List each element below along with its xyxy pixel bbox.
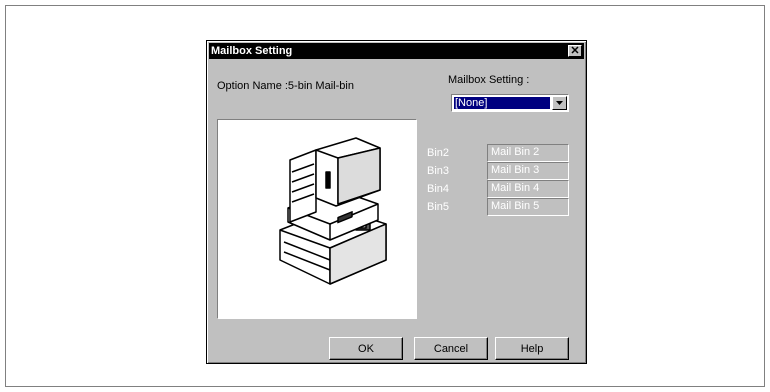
mailbox-setting-label: Mailbox Setting : [448, 74, 530, 86]
close-icon: ✕ [570, 44, 580, 57]
mailbox-setting-select[interactable]: [None] [451, 94, 569, 112]
bin4-field: Mail Bin 4 [487, 180, 569, 198]
dialog-titlebar[interactable]: Mailbox Setting ✕ [209, 43, 584, 59]
dropdown-button[interactable] [552, 96, 567, 110]
printer-image-panel [217, 119, 417, 319]
cancel-button[interactable]: Cancel [414, 337, 488, 360]
bin3-field: Mail Bin 3 [487, 162, 569, 180]
bin5-label: Bin5 [427, 201, 450, 213]
mailbox-setting-dialog: Mailbox Setting ✕ Option Name :5-bin Mai… [206, 40, 587, 364]
page-frame: Mailbox Setting ✕ Option Name :5-bin Mai… [5, 5, 765, 387]
bin2-label: Bin2 [427, 147, 450, 159]
help-button[interactable]: Help [495, 337, 569, 360]
dialog-title: Mailbox Setting [211, 45, 293, 57]
ok-button[interactable]: OK [329, 337, 403, 360]
bin5-field: Mail Bin 5 [487, 198, 569, 216]
chevron-down-icon [556, 101, 563, 105]
bin3-label: Bin3 [427, 165, 450, 177]
bin2-field: Mail Bin 2 [487, 144, 569, 162]
bin4-label: Bin4 [427, 183, 450, 195]
mailbox-setting-value: [None] [454, 97, 550, 109]
printer-mailbin-illustration [279, 137, 387, 285]
close-button[interactable]: ✕ [568, 45, 582, 57]
option-name-label: Option Name :5-bin Mail-bin [217, 80, 354, 92]
